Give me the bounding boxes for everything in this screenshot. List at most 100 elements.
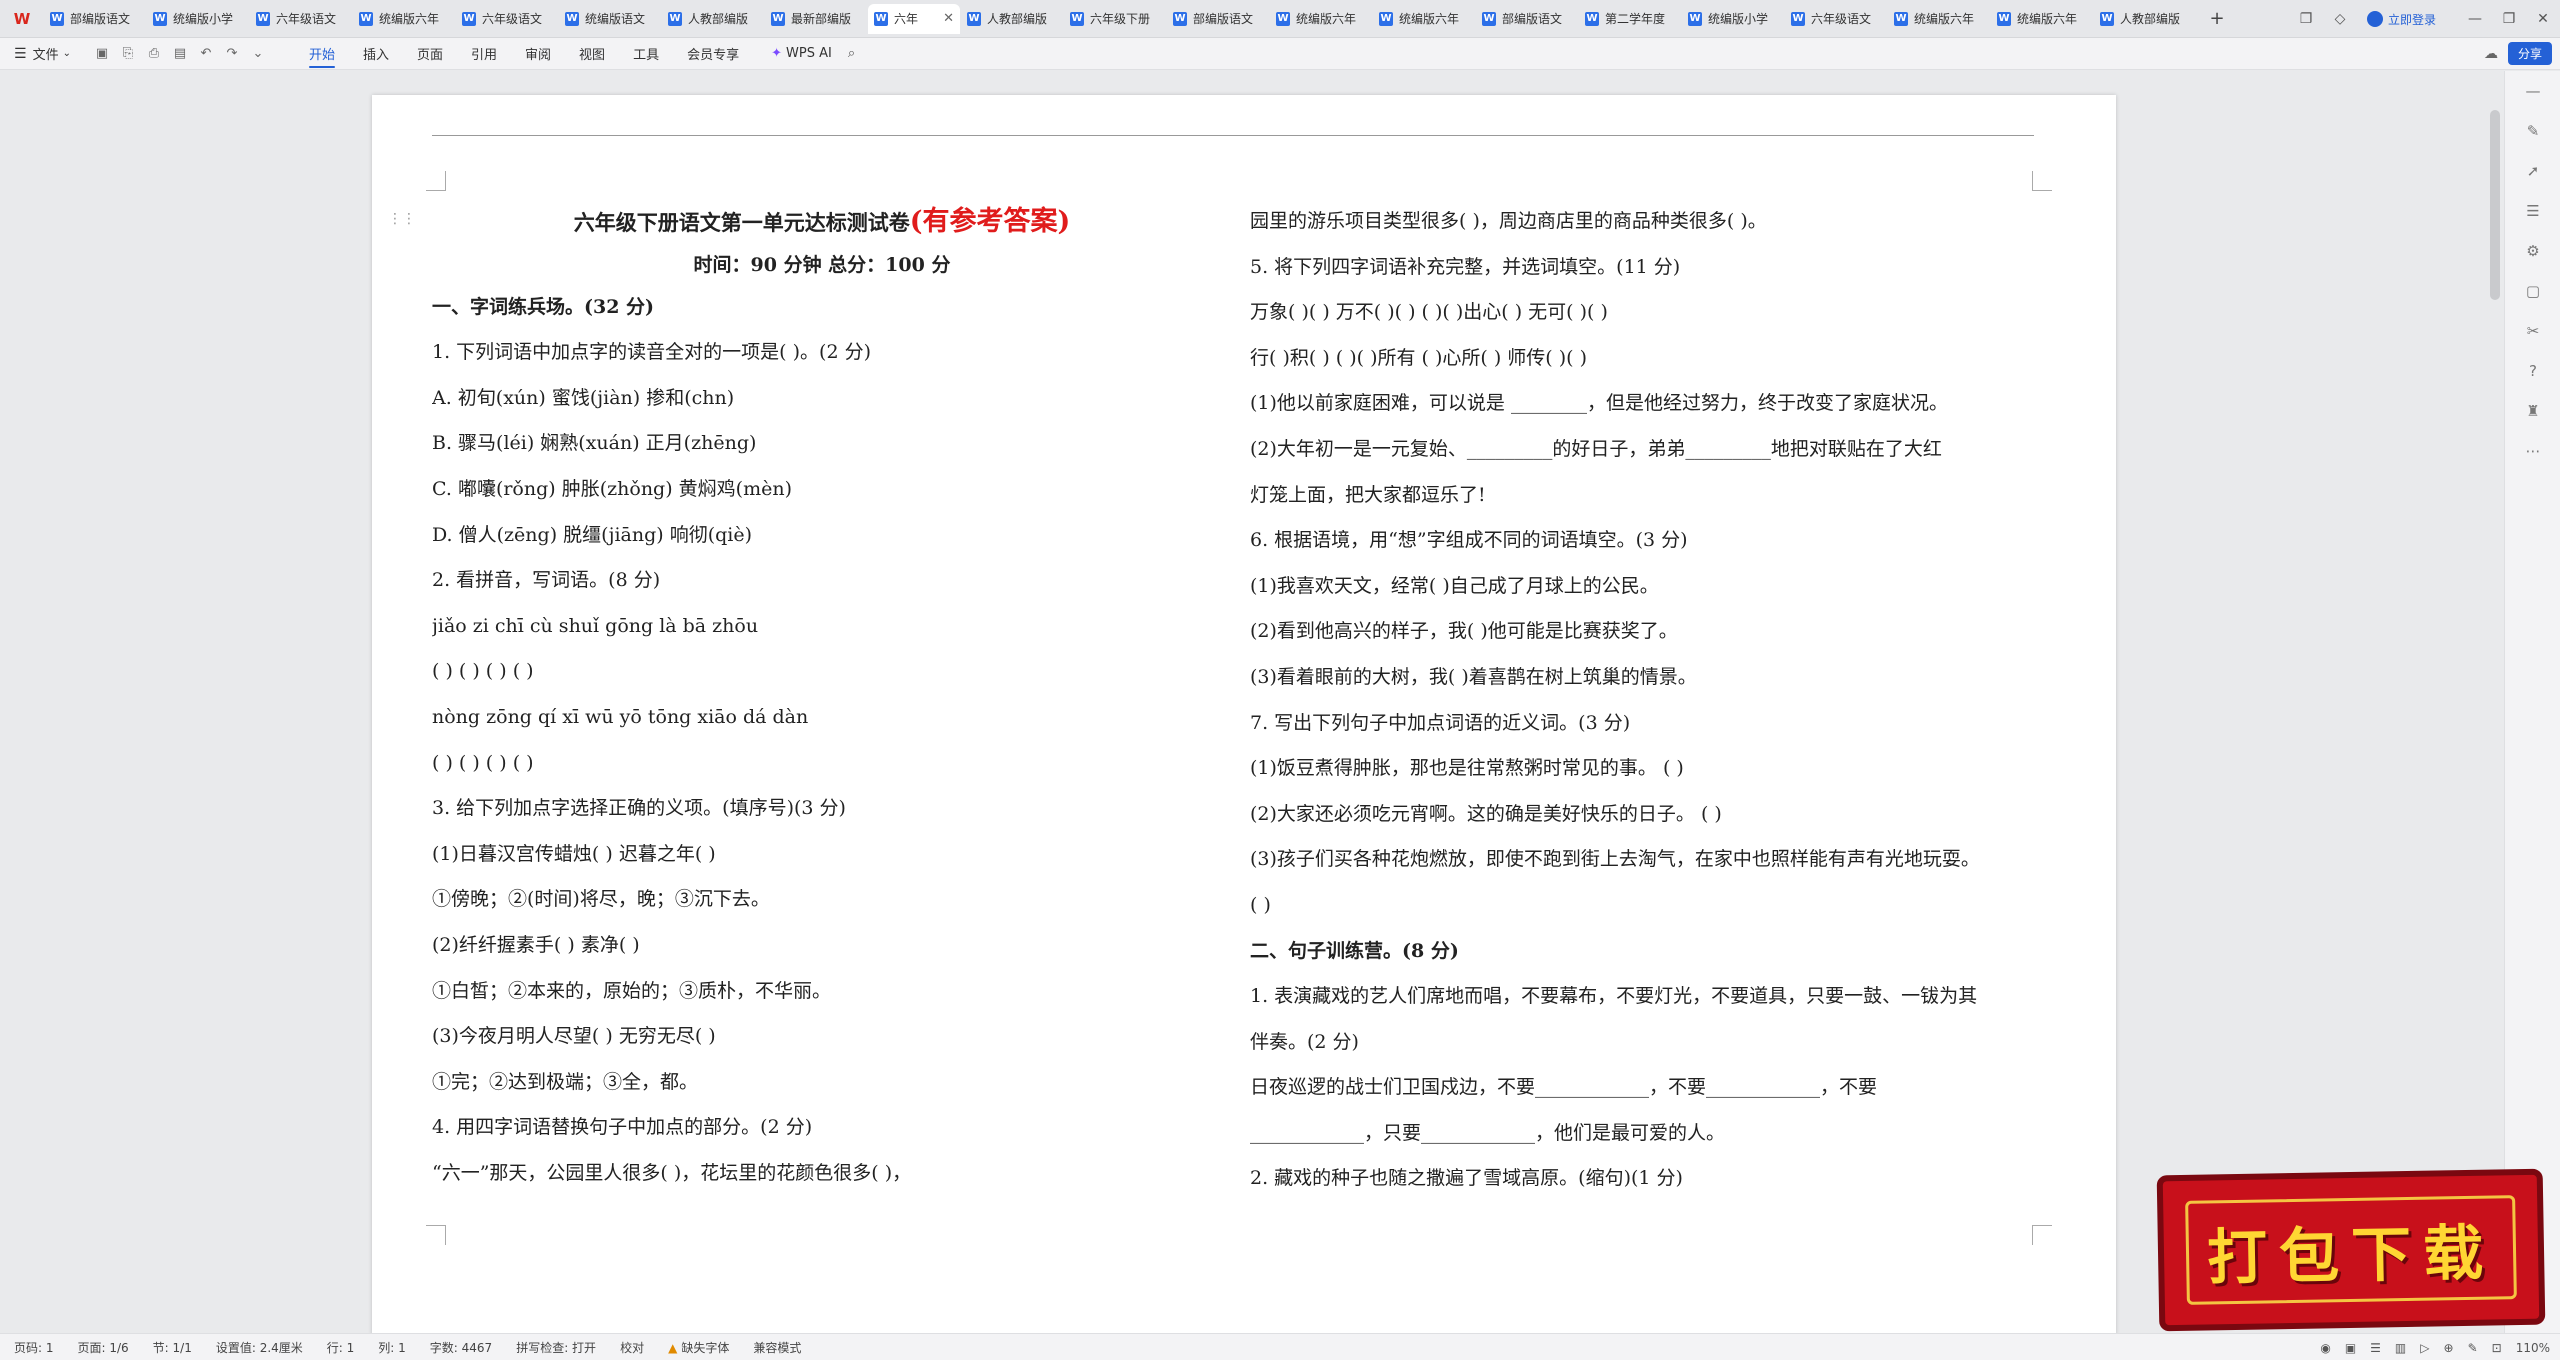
tab-bar: W W 部编版语文 W 统编版小学 W 六年级语文 W 统编版六年 W 六年级语文 W 统编版语文 W 人… <box>0 0 2560 38</box>
print-icon[interactable]: ⎙ <box>141 46 167 61</box>
share-button[interactable]: 分享 <box>2507 42 2552 65</box>
wps-doc-icon: W <box>668 11 682 26</box>
tab-document[interactable]: W 部编版语文 <box>1476 4 1578 34</box>
tools-icon[interactable]: ✂ <box>2505 311 2560 351</box>
tab-document[interactable]: W 六年级语文 <box>456 4 558 34</box>
status-page[interactable]: 页码: 1 <box>14 1339 54 1356</box>
zoom-level[interactable]: 110% <box>2516 1341 2550 1355</box>
menu-3[interactable]: 引用 <box>471 38 497 69</box>
tab-document[interactable]: W 人教部编版 <box>662 4 764 34</box>
export-icon[interactable]: ⎘ <box>115 46 141 61</box>
play-icon[interactable]: ▷ <box>2420 1341 2429 1355</box>
tab-document[interactable]: W 统编版六年 <box>1991 4 2093 34</box>
status-pages[interactable]: 页面: 1/6 <box>78 1339 129 1356</box>
more-icon[interactable]: ⋯ <box>2505 431 2560 471</box>
window-controls: ❐ ◇ 立即登录 — ❐ ✕ <box>2289 0 2560 38</box>
document-canvas[interactable]: ⋮⋮ 六年级下册语文第一单元达标测试卷(有参考答案) 时间：90 分钟 总分：1… <box>0 71 2500 1335</box>
close-window-button[interactable]: ✕ <box>2526 0 2560 38</box>
menu-2[interactable]: 页面 <box>417 38 443 69</box>
menu-6[interactable]: 工具 <box>633 38 659 69</box>
status-missing-font[interactable]: ▲ 缺失字体 <box>668 1339 729 1356</box>
close-tab-icon[interactable]: ✕ <box>943 11 954 26</box>
tab-document[interactable]: W 部编版语文 <box>1167 4 1269 34</box>
doc-line: (2)大年初一是一元复始、_________的好日子，弟弟_________地把… <box>1250 437 1942 460</box>
doc-line: C. 嘟囔(rǒng) 肿胀(zhǒng) 黄焖鸡(mèn) <box>432 477 792 500</box>
cloud-icon[interactable]: ☁ <box>2484 46 2498 62</box>
tab-document[interactable]: W 六年级语文 <box>1785 4 1887 34</box>
settings-sliders-icon[interactable]: ☰ <box>2505 191 2560 231</box>
search-icon[interactable]: ⌕ <box>848 46 855 61</box>
tab-document[interactable]: W 人教部编版 <box>2094 4 2196 34</box>
undo-icon[interactable]: ↶ <box>193 46 219 61</box>
tab-document[interactable]: W 最新部编版 <box>765 4 867 34</box>
status-proof[interactable]: 校对 <box>620 1339 644 1356</box>
shirt-icon[interactable]: ♜ <box>2505 391 2560 431</box>
status-section[interactable]: 节: 1/1 <box>153 1339 192 1356</box>
tab-document[interactable]: W 统编版小学 <box>147 4 249 34</box>
tab-document[interactable]: W 六年级语文 <box>250 4 352 34</box>
file-menu[interactable]: ☰ 文件 ⌄ <box>14 44 71 64</box>
toolbar-right: ☁ 分享 <box>2484 42 2552 65</box>
eye-icon[interactable]: ◉ <box>2320 1341 2330 1355</box>
web-view-icon[interactable]: ⊕ <box>2444 1341 2454 1355</box>
tab-document[interactable]: W 部编版语文 <box>44 4 146 34</box>
menu-0[interactable]: 开始 <box>308 38 335 69</box>
edit-icon[interactable]: ✎ <box>2505 111 2560 151</box>
doc-line: (3)看着眼前的大树，我( )着喜鹊在树上筑巢的情景。 <box>1250 665 1697 688</box>
drag-handle-icon[interactable]: ⋮⋮ <box>388 211 416 227</box>
tab-document[interactable]: W 统编版六年 <box>1373 4 1475 34</box>
redo-icon[interactable]: ↷ <box>219 46 245 61</box>
document-page[interactable]: ⋮⋮ 六年级下册语文第一单元达标测试卷(有参考答案) 时间：90 分钟 总分：1… <box>372 95 2116 1335</box>
menu-5[interactable]: 视图 <box>579 38 605 69</box>
status-col[interactable]: 列: 1 <box>378 1339 406 1356</box>
minimize-button[interactable]: — <box>2458 0 2492 38</box>
status-words[interactable]: 字数: 4467 <box>430 1339 492 1356</box>
window-layout-icon[interactable]: ❐ <box>2289 0 2323 38</box>
tab-document[interactable]: W 统编版六年 <box>1270 4 1372 34</box>
fit-icon[interactable]: ⊡ <box>2492 1341 2502 1355</box>
more-chevron-icon[interactable]: ⌄ <box>245 46 271 61</box>
menu-7[interactable]: 会员专享 <box>687 38 739 69</box>
margin-mark <box>426 1225 446 1245</box>
status-spell[interactable]: 拼写检查: 打开 <box>516 1339 596 1356</box>
collapse-icon[interactable]: — <box>2505 71 2560 111</box>
login-button[interactable]: 立即登录 <box>2366 11 2436 28</box>
help-icon[interactable]: ? <box>2505 351 2560 391</box>
restore-button[interactable]: ❐ <box>2492 0 2526 38</box>
right-lines: 园里的游乐项目类型很多( )，周边商店里的商品种类很多( )。 5. 将下列四字词… <box>1250 199 2040 1202</box>
wps-doc-icon: W <box>359 11 373 26</box>
wps-doc-icon: W <box>1482 11 1496 26</box>
new-tab-button[interactable]: + <box>2197 4 2237 34</box>
tab-document[interactable]: W 统编版小学 <box>1682 4 1784 34</box>
doc-line: ( ) <box>1250 893 1271 916</box>
tab-document[interactable]: W 人教部编版 <box>961 4 1063 34</box>
tab-document[interactable]: W 统编版六年 <box>353 4 455 34</box>
status-row[interactable]: 行: 1 <box>327 1339 355 1356</box>
wps-doc-icon: W <box>153 11 167 26</box>
tab-document[interactable]: W 统编版语文 <box>559 4 661 34</box>
vertical-scrollbar[interactable] <box>2490 110 2500 300</box>
tab-document[interactable]: W 第二学年度 <box>1579 4 1681 34</box>
tab-document[interactable]: W 六年级下册 <box>1064 4 1166 34</box>
image-icon[interactable]: ▢ <box>2505 271 2560 311</box>
page-view-icon[interactable]: ▣ <box>2345 1341 2356 1355</box>
wps-doc-icon: W <box>565 11 579 26</box>
pointer-icon[interactable]: ➚ <box>2505 151 2560 191</box>
menu-1[interactable]: 插入 <box>363 38 389 69</box>
tab-document[interactable]: W 六年 ✕ <box>868 3 960 34</box>
cube-icon[interactable]: ◇ <box>2323 0 2357 38</box>
wps-ai-button[interactable]: ✦ WPS AI <box>771 46 832 61</box>
print-preview-icon[interactable]: ▤ <box>167 46 193 61</box>
right-sidebar: — ✎ ➚ ☰ ⚙ ▢ ✂ ? ♜ ⋯ <box>2504 71 2560 1333</box>
wps-logo-icon[interactable]: W <box>0 0 44 38</box>
save-icon[interactable]: ▣ <box>89 46 115 61</box>
status-compat[interactable]: 兼容模式 <box>753 1339 801 1356</box>
status-setting[interactable]: 设置值: 2.4厘米 <box>216 1339 303 1356</box>
menu-4[interactable]: 审阅 <box>525 38 551 69</box>
style-icon[interactable]: ⚙ <box>2505 231 2560 271</box>
tab-document[interactable]: W 统编版六年 <box>1888 4 1990 34</box>
pen-icon[interactable]: ✎ <box>2468 1341 2478 1355</box>
read-mode-icon[interactable]: ▥ <box>2395 1341 2406 1355</box>
outline-view-icon[interactable]: ☰ <box>2370 1341 2381 1355</box>
download-watermark: 打包下载 <box>2156 1168 2546 1332</box>
